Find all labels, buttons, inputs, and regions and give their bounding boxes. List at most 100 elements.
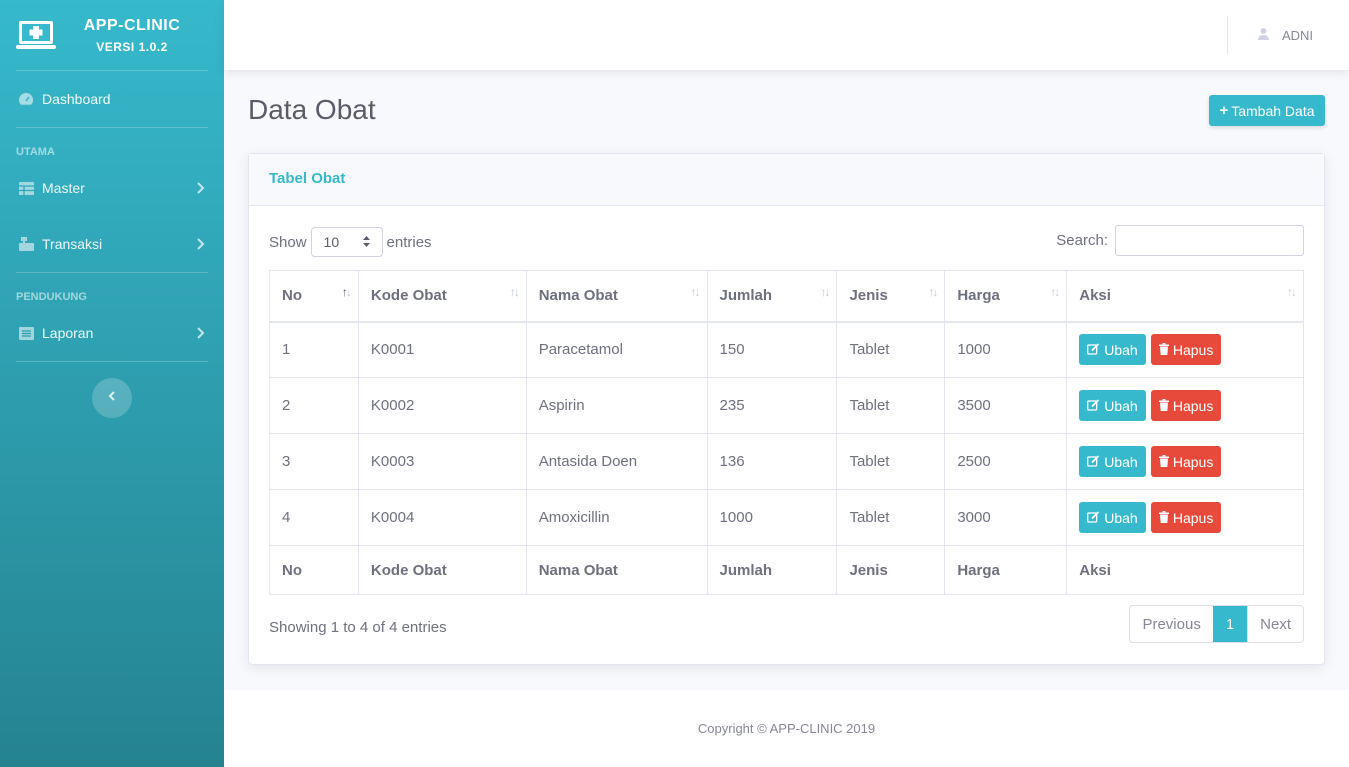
- cell-no: 4: [269, 489, 359, 546]
- topbar: ADNI: [224, 0, 1349, 70]
- trash-icon: [1158, 398, 1173, 414]
- column-header-nama[interactable]: Nama Obat ↑↓: [525, 270, 708, 323]
- edit-button[interactable]: Ubah: [1079, 334, 1146, 366]
- add-data-button[interactable]: + Tambah Data: [1209, 95, 1325, 126]
- chevron-left-icon: [107, 389, 117, 407]
- cell-nama: Amoxicillin: [525, 489, 708, 546]
- cell-kode: K0004: [357, 489, 527, 546]
- delete-button[interactable]: Hapus: [1150, 502, 1222, 533]
- card-title: Tabel Obat: [249, 154, 1324, 206]
- chevron-right-icon: [196, 237, 206, 251]
- cell-jenis: Tablet: [836, 377, 946, 434]
- column-header-aksi[interactable]: Aksi ↑↓: [1066, 270, 1304, 323]
- delete-label: Hapus: [1172, 397, 1214, 414]
- cell-aksi: Ubah Hapus: [1066, 377, 1304, 434]
- cell-nama: Paracetamol: [525, 321, 708, 378]
- cell-aksi: Ubah Hapus: [1066, 489, 1304, 546]
- footer-copyright: Copyright © APP-CLINIC 2019: [224, 690, 1349, 767]
- edit-label: Ubah: [1104, 397, 1138, 414]
- cell-jumlah: 136: [706, 433, 838, 490]
- edit-button[interactable]: Ubah: [1079, 502, 1146, 533]
- cell-jumlah: 1000: [706, 489, 838, 546]
- table-info: Showing 1 to 4 of 4 entries: [269, 619, 447, 636]
- column-header-jumlah[interactable]: Jumlah ↑↓: [706, 270, 838, 323]
- cell-harga: 2500: [944, 433, 1068, 490]
- edit-button[interactable]: Ubah: [1079, 390, 1146, 421]
- list-alt-icon: [18, 325, 34, 341]
- trash-icon: [1158, 454, 1173, 470]
- cell-kode: K0001: [357, 321, 527, 378]
- footer-nama: Nama Obat: [525, 545, 708, 595]
- select-arrows-icon: [362, 234, 370, 250]
- previous-page-button[interactable]: Previous: [1130, 606, 1212, 642]
- sort-icon: ↑↓: [1050, 285, 1060, 299]
- edit-icon: [1087, 342, 1104, 358]
- sidebar-item-transaksi[interactable]: Transaksi: [0, 216, 224, 272]
- sort-icon: ↑↓: [690, 285, 701, 299]
- search-label: Search:: [1056, 232, 1108, 249]
- cell-no: 1: [269, 321, 359, 378]
- edit-icon: [1087, 398, 1104, 414]
- sidebar-item-label: Master: [42, 180, 85, 196]
- delete-label: Hapus: [1172, 341, 1214, 358]
- sidebar-toggle-button[interactable]: [92, 378, 132, 418]
- table-row: 1 K0001 Paracetamol 150 Tablet 1000 Ubah Hapus: [269, 321, 1304, 378]
- cell-jenis: Tablet: [836, 321, 946, 378]
- next-page-button[interactable]: Next: [1247, 606, 1303, 642]
- brand-name: APP-CLINIC: [83, 16, 181, 34]
- cell-jenis: Tablet: [836, 433, 946, 490]
- footer-harga: Harga: [944, 545, 1068, 595]
- delete-button[interactable]: Hapus: [1150, 390, 1222, 421]
- sidebar-item-dashboard[interactable]: Dashboard: [0, 71, 224, 127]
- footer-no: No: [269, 545, 359, 595]
- cell-nama: Aspirin: [525, 377, 708, 434]
- page-length-control: Show 10 entries: [269, 227, 432, 257]
- cell-kode: K0003: [357, 433, 527, 490]
- column-header-jenis[interactable]: Jenis ↑↓: [836, 270, 946, 323]
- cell-jenis: Tablet: [836, 489, 946, 546]
- cell-harga: 3500: [944, 377, 1068, 434]
- sort-icon: ↑↓: [820, 285, 830, 299]
- sidebar-item-label: Laporan: [42, 325, 94, 341]
- sidebar-item-label: Transaksi: [42, 236, 103, 252]
- page-1-button[interactable]: 1: [1212, 606, 1248, 642]
- medicine-table: No ↑↓ Kode Obat ↑↓ Nama Obat ↑↓ Jumlah ↑↓ Je…: [269, 270, 1304, 595]
- delete-button[interactable]: Hapus: [1150, 446, 1222, 477]
- sidebar-heading-pendukung: PENDUKUNG: [16, 291, 87, 303]
- cell-jumlah: 150: [706, 321, 838, 378]
- column-header-harga[interactable]: Harga ↑↓: [944, 270, 1068, 323]
- show-label: Show: [269, 233, 307, 251]
- cell-aksi: Ubah Hapus: [1066, 321, 1304, 378]
- column-header-no[interactable]: No ↑↓: [269, 270, 359, 323]
- cell-aksi: Ubah Hapus: [1066, 433, 1304, 490]
- table-header-row: No ↑↓ Kode Obat ↑↓ Nama Obat ↑↓ Jumlah ↑↓ Je…: [269, 270, 1304, 323]
- footer-aksi: Aksi: [1066, 545, 1304, 595]
- edit-button[interactable]: Ubah: [1079, 446, 1146, 477]
- sidebar-item-label: Dashboard: [42, 91, 111, 107]
- search-input[interactable]: [1115, 225, 1304, 256]
- cell-no: 3: [269, 433, 359, 490]
- delete-label: Hapus: [1172, 509, 1214, 526]
- page-length-select[interactable]: 10: [310, 227, 383, 257]
- cell-harga: 1000: [944, 321, 1068, 378]
- user-icon: [1257, 27, 1269, 43]
- user-menu[interactable]: ADNI: [1257, 0, 1313, 70]
- topbar-divider: [1227, 16, 1228, 54]
- column-header-kode[interactable]: Kode Obat ↑↓: [357, 270, 527, 323]
- sidebar: APP-CLINIC VERSI 1.0.2 Dashboard UTAMA M…: [0, 0, 224, 767]
- edit-label: Ubah: [1104, 453, 1138, 470]
- edit-label: Ubah: [1104, 509, 1138, 526]
- data-card: Tabel Obat Show 10 entries Search: No ↑↓ …: [248, 153, 1325, 665]
- delete-button[interactable]: Hapus: [1150, 334, 1222, 366]
- add-data-label: Tambah Data: [1231, 102, 1315, 119]
- sidebar-item-master[interactable]: Master: [0, 160, 224, 216]
- pagination: Previous 1 Next: [1129, 605, 1304, 643]
- footer-jumlah: Jumlah: [706, 545, 838, 595]
- sort-asc-icon: ↑↓: [341, 285, 352, 299]
- cell-no: 2: [269, 377, 359, 434]
- sort-icon: ↑↓: [509, 285, 520, 299]
- page-title: Data Obat: [248, 94, 376, 125]
- sidebar-item-laporan[interactable]: Laporan: [0, 305, 224, 361]
- table-footer-row: No Kode Obat Nama Obat Jumlah Jenis Harg…: [269, 545, 1304, 595]
- brand[interactable]: APP-CLINIC VERSI 1.0.2: [0, 0, 224, 70]
